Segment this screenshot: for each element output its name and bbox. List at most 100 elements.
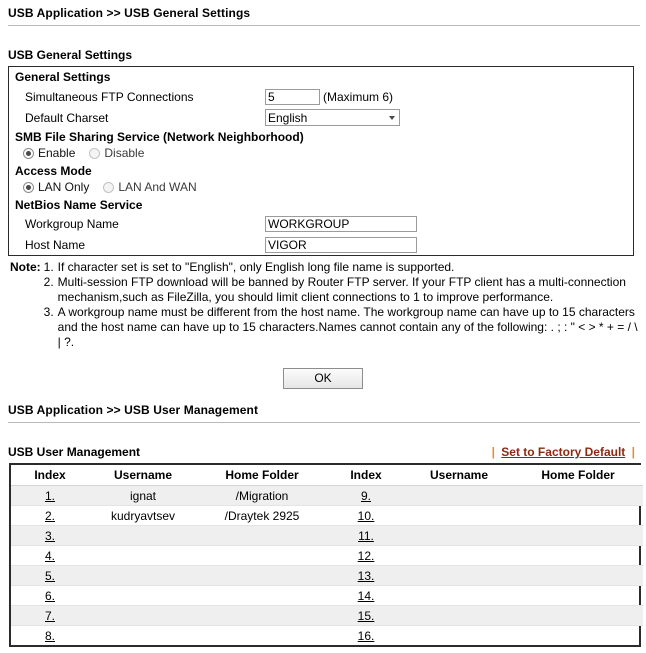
general-settings-actions: OK [6,350,640,389]
default-charset-label: Default Charset [25,110,109,125]
note-number: 3. [43,305,54,319]
cell-index-right: 10. [327,505,405,526]
cell-home-right [513,626,643,646]
cell-index-right: 16. [327,626,405,646]
smb-disable-label: Disable [104,146,145,160]
cell-username-left [89,585,197,606]
ftp-connections-input[interactable] [265,88,320,105]
cell-home-left [197,525,327,546]
cell-index-right: 13. [327,565,405,586]
cell-home-left [197,545,327,566]
index-link[interactable]: 5. [45,569,55,583]
index-link[interactable]: 1. [45,489,55,503]
cell-index-right: 12. [327,545,405,566]
cell-index-left: 5. [11,565,89,586]
cell-index-right: 15. [327,605,405,626]
column-header-username-right: Username [405,465,513,486]
ok-button[interactable]: OK [283,368,363,389]
table-row: 3. 11. [11,525,643,546]
access-mode-radio-group: LAN Only LAN And WAN [9,179,633,196]
smb-enable-option[interactable]: Enable [23,146,75,160]
cell-home-left [197,605,327,626]
index-link[interactable]: 14. [358,589,375,603]
default-charset-select[interactable]: English [265,109,400,126]
table-row: 7. 15. [11,605,643,626]
cell-username-right [405,626,513,646]
note-text: A workgroup name must be different from … [57,305,638,349]
cell-home-right [513,565,643,586]
ftp-connections-row: Simultaneous FTP Connections (Maximum 6) [9,86,633,107]
breadcrumb-general-settings: USB Application >> USB General Settings [8,6,251,20]
user-management-actions: | Set to Factory Default | [489,445,638,459]
access-mode-heading: Access Mode [15,164,92,178]
separator-left: | [491,445,495,459]
set-to-factory-default-link[interactable]: Set to Factory Default [501,445,625,459]
ftp-connections-label: Simultaneous FTP Connections [25,89,194,104]
index-link[interactable]: 2. [45,509,55,523]
chevron-down-icon [389,115,395,120]
default-charset-row: Default Charset English [9,107,633,128]
note-item: 2. Multi-session FTP download will be ba… [44,275,640,305]
host-name-input[interactable] [265,236,417,253]
cell-index-left: 7. [11,605,89,626]
cell-username-left [89,565,197,586]
cell-home-right [513,525,643,546]
usb-settings-page: USB Application >> USB General Settings … [0,0,646,647]
index-link[interactable]: 13. [358,569,375,583]
cell-username-left [89,525,197,546]
note-number: 1. [43,260,54,274]
radio-on-icon [23,147,34,159]
workgroup-name-input[interactable] [265,215,417,232]
cell-username-right [405,545,513,566]
cell-index-left: 2. [11,505,89,526]
cell-home-right [513,585,643,606]
netbios-heading: NetBios Name Service [15,198,143,212]
cell-username-left: kudryavtsev [89,505,197,526]
access-mode-lan-only-option[interactable]: LAN Only [23,180,89,194]
cell-index-right: 9. [327,485,405,506]
cell-username-left [89,605,197,626]
host-name-row: Host Name [9,234,633,255]
note-item: 3. A workgroup name must be different fr… [44,305,640,350]
cell-home-right [513,605,643,626]
cell-username-left: ignat [89,485,197,506]
ftp-connections-max-note: (Maximum 6) [323,89,394,104]
smb-disable-option[interactable]: Disable [89,146,144,160]
index-link[interactable]: 7. [45,609,55,623]
cell-home-right [513,485,643,506]
cell-home-left [197,626,327,646]
general-settings-group-heading: General Settings [15,70,111,84]
column-header-index-left: Index [11,465,89,486]
table-row: 5. 13. [11,565,643,586]
cell-username-right [405,585,513,606]
column-header-home-left: Home Folder [197,465,327,486]
cell-index-right: 14. [327,585,405,606]
index-link[interactable]: 9. [361,489,371,503]
access-mode-lan-and-wan-option[interactable]: LAN And WAN [103,180,197,194]
note-text: If character set is set to "English", on… [57,260,455,274]
index-link[interactable]: 3. [45,529,55,543]
table-row: 1. ignat /Migration 9. [11,485,643,506]
general-settings-note: Note: 1. If character set is set to "Eng… [10,260,640,350]
index-link[interactable]: 4. [45,549,55,563]
table-row: 2. kudryavtsev /Draytek 2925 10. [11,505,643,526]
note-label: Note: [10,260,41,274]
separator-right: | [631,445,635,459]
index-link[interactable]: 10. [358,509,375,523]
access-mode-lan-only-label: LAN Only [38,180,90,194]
index-link[interactable]: 6. [45,589,55,603]
workgroup-name-label: Workgroup Name [25,216,119,231]
user-management-table-body: 1. ignat /Migration 9. 2. kudryavtsev /D… [11,485,643,646]
index-link[interactable]: 15. [358,609,375,623]
radio-off-icon [103,181,115,193]
index-link[interactable]: 12. [358,549,375,563]
index-link[interactable]: 16. [358,629,375,643]
index-link[interactable]: 8. [45,629,55,643]
cell-home-left: /Draytek 2925 [197,505,327,526]
cell-home-left [197,565,327,586]
cell-index-left: 4. [11,545,89,566]
index-link[interactable]: 11. [358,529,374,543]
table-row: 6. 14. [11,585,643,606]
note-list: 1. If character set is set to "English",… [44,260,640,350]
user-management-table: Index Username Home Folder Index Usernam… [9,463,643,647]
